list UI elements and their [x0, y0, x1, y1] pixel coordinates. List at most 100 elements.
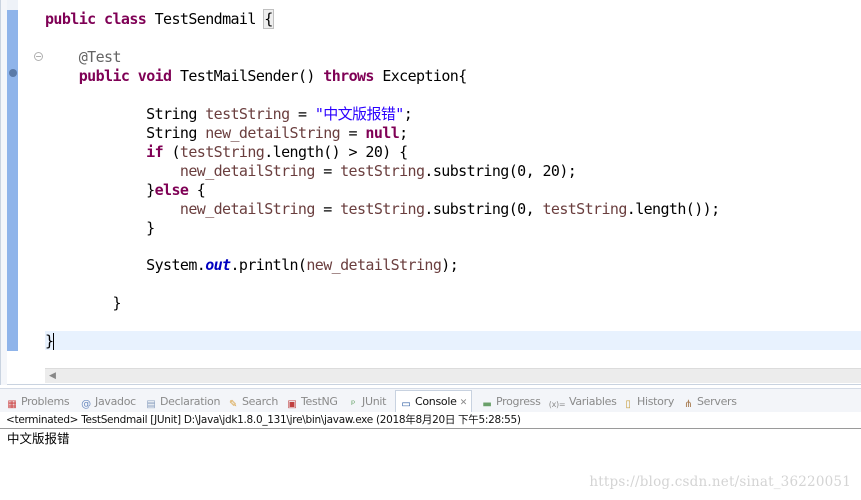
operator: = [314, 162, 341, 180]
ruler-top [7, 0, 18, 10]
code-line: new_detailString = testString.substring(… [45, 162, 577, 181]
static-field: out [205, 256, 231, 274]
declaration-icon: ▤ [146, 399, 156, 410]
method-name: TestMailSender() [179, 67, 316, 85]
tab-problems[interactable]: ▦ Problems [6, 393, 69, 411]
tab-label: Variables [569, 395, 617, 408]
paren: ( [163, 143, 180, 161]
brace: } [146, 219, 155, 237]
semicolon: ; [403, 105, 413, 123]
keyword: public [45, 10, 96, 28]
code-line: String testString = "中文版报错"; [45, 105, 413, 124]
keyword: else [154, 181, 189, 199]
brace: } [45, 332, 54, 350]
variable: new_detailString [205, 124, 341, 142]
code-editor[interactable]: − public class TestSendmail { @Test publ… [0, 0, 861, 385]
tab-label: Servers [697, 395, 737, 408]
keyword: public [78, 67, 130, 85]
variable: new_detailString [179, 200, 316, 218]
variables-icon: (x)= [548, 400, 566, 409]
tab-label: Javadoc [95, 395, 136, 408]
tab-declaration[interactable]: ▤ Declaration [145, 393, 220, 411]
servers-icon: ⋔ [683, 399, 693, 410]
code-line: } [45, 219, 155, 238]
variable: testString [340, 162, 425, 180]
code-line: if (testString.length() > 20) { [45, 143, 408, 162]
tab-javadoc[interactable]: @ Javadoc [80, 393, 136, 411]
quick-diff-ruler [7, 10, 18, 351]
keyword: null [365, 124, 400, 142]
search-icon: ✎ [228, 399, 238, 410]
tab-label: History [637, 395, 675, 408]
tab-label: Problems [21, 395, 70, 408]
variable: testString [542, 200, 627, 218]
class-name: System. [146, 256, 206, 274]
class-name: TestSendmail [154, 10, 257, 28]
brace: } [146, 181, 155, 199]
type-name: Exception{ [382, 67, 467, 85]
code-line: new_detailString = testString.substring(… [45, 200, 720, 219]
keyword: if [146, 143, 164, 161]
code-text: .length()); [626, 200, 720, 218]
semicolon: ; [399, 124, 408, 142]
type-name: String [146, 105, 197, 123]
tab-progress[interactable]: ▬ Progress [481, 393, 541, 411]
console-status: <terminated> TestSendmail [JUnit] D:\Jav… [0, 412, 861, 429]
tab-label: Progress [496, 395, 541, 408]
code-line: } [45, 294, 121, 313]
history-icon: ▯ [625, 399, 631, 410]
brace: { [263, 9, 274, 29]
code-text: .substring(0, 20); [424, 162, 577, 180]
tab-testng[interactable]: ▣ TestNG [286, 393, 338, 411]
console-output[interactable]: 中文版报错 [7, 430, 70, 448]
tab-servers[interactable]: ⋔ Servers [682, 393, 737, 411]
code-line: public class TestSendmail { [45, 9, 274, 29]
code-line: @Test [45, 48, 122, 67]
tab-console[interactable]: ▭ Console ✕ [395, 390, 473, 412]
string-literal: "中文版报错" [314, 105, 404, 123]
type-name: String [146, 124, 197, 142]
tab-history[interactable]: ▯ History [622, 393, 674, 411]
operator: = [289, 105, 315, 123]
tab-junit[interactable]: ᵖ JUnit [347, 393, 386, 411]
tab-label: TestNG [301, 395, 338, 408]
code-text: .substring(0, [424, 200, 543, 218]
code-text: .length() > 20) { [264, 143, 408, 161]
current-line-highlight [45, 331, 861, 350]
horizontal-scrollbar[interactable]: ◀ [45, 368, 861, 383]
tab-label: Search [242, 395, 278, 408]
console-icon: ▭ [401, 399, 411, 410]
code-line: } [45, 332, 55, 351]
brace: } [112, 294, 121, 312]
code-line: public void TestMailSender() throws Exce… [45, 67, 467, 86]
variable: testString [205, 105, 290, 123]
tab-label: Console [415, 395, 457, 408]
code-text: ); [441, 256, 459, 274]
code-line: String new_detailString = null; [45, 124, 408, 143]
variable: testString [340, 200, 425, 218]
code-line: }else { [45, 181, 206, 200]
junit-icon: ᵖ [351, 399, 355, 410]
tab-label: JUnit [362, 395, 387, 408]
annotation: @Test [78, 48, 122, 66]
operator: = [340, 124, 366, 142]
operator: = [314, 200, 341, 218]
panel-tab-bar: ▦ Problems @ Javadoc ▤ Declaration ✎ Search … [0, 388, 861, 412]
testng-icon: ▣ [287, 399, 297, 410]
variable: testString [179, 143, 265, 161]
tab-search[interactable]: ✎ Search [227, 393, 278, 411]
close-icon[interactable]: ✕ [460, 398, 468, 408]
javadoc-icon: @ [81, 399, 91, 410]
scroll-left-icon[interactable]: ◀ [49, 371, 56, 381]
text-caret [53, 333, 55, 350]
fold-collapse-icon[interactable]: − [34, 52, 43, 61]
keyword: class [104, 10, 147, 28]
problems-icon: ▦ [7, 399, 17, 410]
code-text: { [188, 181, 206, 199]
progress-icon: ▬ [482, 399, 492, 410]
watermark: https://blog.csdn.net/sinat_36220051 [589, 474, 851, 490]
override-marker-icon[interactable] [9, 69, 17, 77]
tab-variables[interactable]: (x)= Variables [548, 393, 617, 411]
code-line: System.out.println(new_detailString); [45, 256, 459, 275]
keyword: throws [323, 67, 374, 85]
